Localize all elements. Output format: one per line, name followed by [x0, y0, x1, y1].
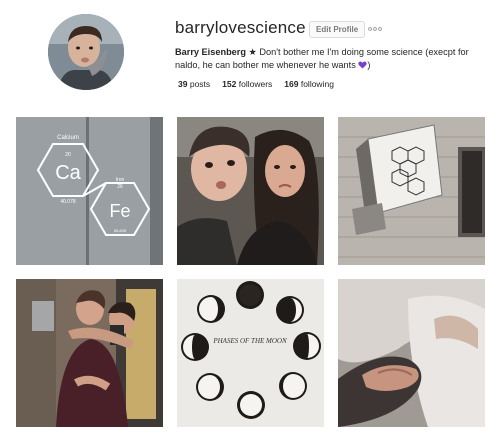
profile-username: barrylovescience — [175, 18, 306, 37]
post-thumbnail[interactable] — [16, 279, 163, 427]
post-thumbnail[interactable]: Calcium 20 Ca 40.078 Iron 26 Fe 55.845 — [16, 117, 163, 265]
following-stat[interactable]: 169 following — [284, 79, 334, 89]
moon-phases-caption: PHASES OF THE MOON — [212, 337, 287, 345]
profile-stats: 39 posts 152 followers 169 following — [178, 79, 334, 89]
profile-bio: Barry Eisenberg ★ Don't bother me I'm do… — [175, 46, 480, 71]
element-mass-2: 55.845 — [114, 228, 127, 233]
posts-stat: 39 posts — [178, 79, 211, 89]
star-glyph: ★ — [248, 47, 257, 57]
element-name-1: Calcium — [57, 135, 79, 141]
element-number-2: 26 — [117, 184, 123, 190]
bio-close-paren: ) — [367, 59, 371, 70]
element-name-2: Iron — [116, 177, 125, 183]
post-thumbnail[interactable] — [338, 117, 485, 265]
followers-stat[interactable]: 152 followers — [222, 79, 272, 89]
element-symbol-2: Fe — [109, 201, 130, 221]
element-number-1: 20 — [65, 152, 71, 158]
profile-display-name: Barry Eisenberg — [175, 47, 246, 57]
element-mass-1: 40.078 — [60, 199, 76, 205]
profile-avatar[interactable] — [48, 14, 124, 90]
post-thumbnail[interactable]: PHASES OF THE MOON — [177, 279, 324, 427]
post-thumbnail[interactable] — [338, 279, 485, 427]
edit-profile-button[interactable]: Edit Profile — [309, 21, 366, 38]
more-options-icon[interactable] — [368, 24, 382, 34]
post-thumbnail[interactable] — [177, 117, 324, 265]
element-symbol-1: Ca — [55, 162, 81, 184]
